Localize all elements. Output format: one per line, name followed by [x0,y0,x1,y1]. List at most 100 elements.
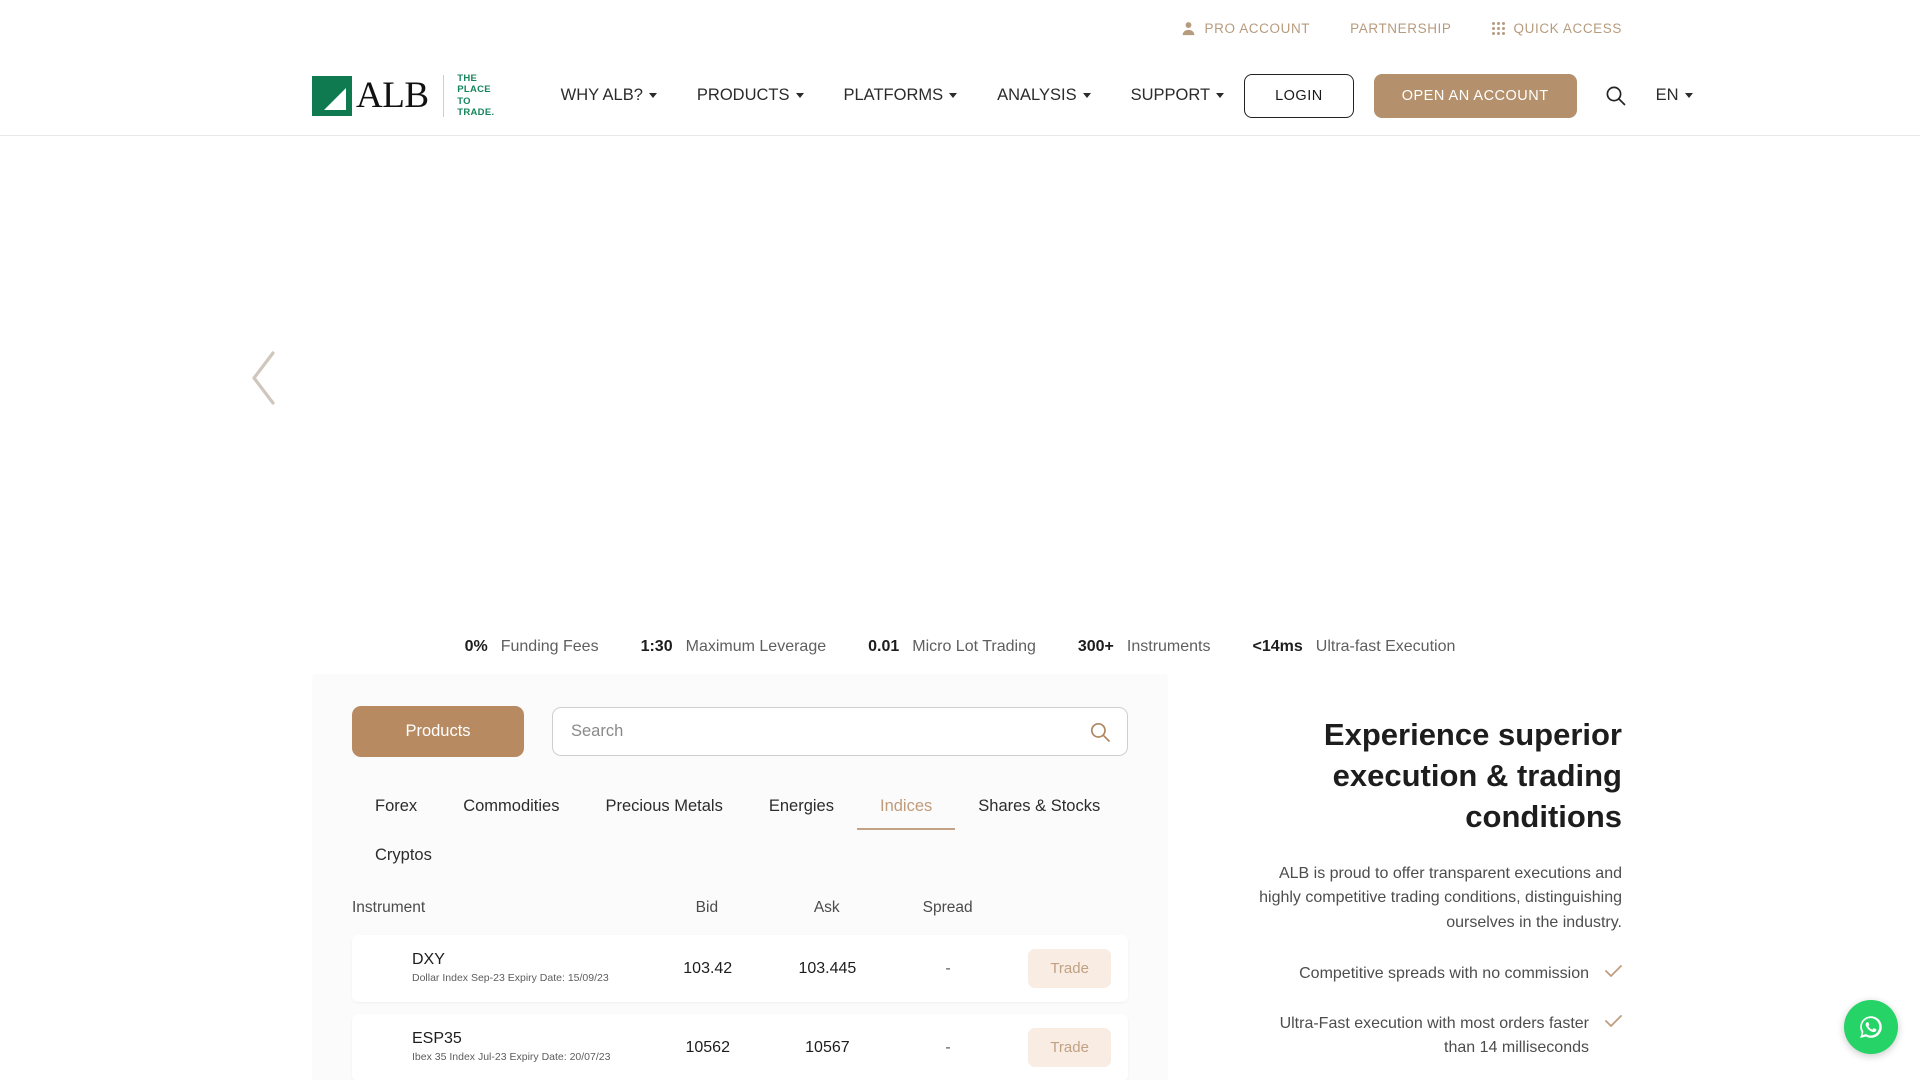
page-root: PRO ACCOUNT PARTNERSHIP QUICK ACCESS ALB [0,0,1920,1080]
action-cell: Trade [1011,949,1128,988]
logo-text: ALB [356,75,429,116]
search-box [552,707,1128,756]
stat-funding-fees: 0% Funding Fees [444,638,620,656]
chevron-down-icon [795,93,804,98]
login-button[interactable]: LOGIN [1244,73,1354,118]
column-header-ask: Ask [813,899,840,916]
nav-label: PLATFORMS [843,86,944,104]
main-section: Products Forex Commodities Precious Meta… [0,674,1920,1080]
bid-value: 10562 [685,1038,730,1056]
stat-instruments: 300+ Instruments [1057,638,1232,656]
chevron-down-icon [648,93,657,98]
logo[interactable]: ALB THE PLACE TO TRADE. [312,73,495,118]
tab-forex[interactable]: Forex [352,787,440,830]
nav-label: WHY ALB? [560,86,643,104]
panel-toolbar: Products [352,706,1128,757]
tab-shares-stocks[interactable]: Shares & Stocks [955,787,1123,830]
partnership-label: PARTNERSHIP [1350,20,1452,36]
check-icon [1605,965,1622,977]
main-navigation: WHY ALB? PRODUCTS PLATFORMS ANALYSIS SUP… [541,86,1244,105]
partnership-link[interactable]: PARTNERSHIP [1350,21,1451,36]
column-header-instrument: Instrument [352,899,426,916]
promo-column: Experience superior execution & trading … [1168,674,1622,1080]
feature-item: Ultra-Fast execution with most orders fa… [1252,1012,1622,1060]
language-label: EN [1655,86,1679,104]
site-header: ALB THE PLACE TO TRADE. WHY ALB? PRODUCT… [0,56,1920,136]
tab-energies[interactable]: Energies [746,787,857,830]
nav-label: SUPPORT [1130,86,1211,104]
carousel-next-arrow[interactable] [1588,348,1672,408]
search-icon[interactable] [1089,721,1111,743]
logo-divider [442,74,444,117]
stat-label: Maximum Leverage [685,638,827,655]
nav-label: PRODUCTS [696,86,790,104]
top-utility-bar: PRO ACCOUNT PARTNERSHIP QUICK ACCESS [0,0,1920,56]
stat-maximum-leverage: 1:30 Maximum Leverage [620,638,848,656]
tab-indices[interactable]: Indices [856,787,956,830]
stat-value: 1:30 [640,638,673,655]
stat-value: 300+ [1077,638,1114,655]
trade-button[interactable]: Trade [1028,1028,1111,1067]
ask-value: 103.445 [798,959,857,977]
logo-mark: ALB [312,75,429,116]
spread-value: - [945,959,951,977]
spread-value: - [945,1038,951,1056]
search-input[interactable] [553,722,1089,741]
stats-strip: 0% Funding Fees 1:30 Maximum Leverage 0.… [0,620,1920,674]
stat-label: Funding Fees [500,638,599,655]
header-actions: LOGIN OPEN AN ACCOUNT EN [1244,73,1693,118]
tab-precious-metals[interactable]: Precious Metals [582,787,745,830]
products-button[interactable]: Products [352,706,524,757]
language-selector[interactable]: EN [1656,86,1693,105]
nav-item-platforms[interactable]: PLATFORMS [824,86,978,105]
pro-account-label: PRO ACCOUNT [1204,20,1311,36]
stat-value: <14ms [1252,638,1303,655]
promo-paragraph: ALB is proud to offer transparent execut… [1259,864,1622,932]
nav-item-analysis[interactable]: ANALYSIS [977,86,1110,105]
tagline-line-1: THE [457,73,478,85]
stat-label: Micro Lot Trading [912,638,1036,655]
tagline-line-2: PLACE TO [457,84,491,107]
pro-account-link[interactable]: PRO ACCOUNT [1181,21,1311,36]
table-row[interactable]: ESP35 Ibex 35 Index Jul-23 Expiry Date: … [352,1014,1128,1080]
table-header-row: Instrument Bid Ask Spread [352,877,1128,935]
whatsapp-button[interactable] [1844,1000,1898,1054]
nav-item-products[interactable]: PRODUCTS [677,86,824,105]
quick-access-link[interactable]: QUICK ACCESS [1491,20,1622,36]
chevron-down-icon [949,93,958,98]
tab-commodities[interactable]: Commodities [440,787,582,830]
carousel-prev-arrow[interactable] [248,348,282,408]
instrument-description: Ibex 35 Index Jul-23 Expiry Date: 20/07/… [412,1051,611,1064]
column-header-spread: Spread [922,899,973,916]
trade-button[interactable]: Trade [1028,949,1111,988]
table-row[interactable]: DXY Dollar Index Sep-23 Expiry Date: 15/… [352,935,1128,1002]
stat-micro-lot-trading: 0.01 Micro Lot Trading [847,638,1057,656]
whatsapp-icon [1860,1016,1882,1038]
instrument-description: Dollar Index Sep-23 Expiry Date: 15/09/2… [412,972,609,985]
chevron-down-icon [1684,93,1693,98]
hero-carousel [0,136,1920,620]
bid-value: 103.42 [683,959,733,977]
tab-cryptos[interactable]: Cryptos [352,836,455,877]
nav-item-why-alb[interactable]: WHY ALB? [541,86,677,105]
nav-label: ANALYSIS [997,86,1077,104]
open-account-button[interactable]: OPEN AN ACCOUNT [1373,73,1577,118]
action-cell: Trade [1011,1028,1128,1067]
feature-item: Competitive spreads with no commission [1252,962,1622,986]
check-icon [1605,1015,1622,1027]
quick-access-label: QUICK ACCESS [1513,20,1622,36]
stat-ultra-fast-execution: <14ms Ultra-fast Execution [1232,638,1477,656]
ask-value: 10567 [805,1038,850,1056]
stat-label: Ultra-fast Execution [1315,638,1456,655]
logo-tagline: THE PLACE TO TRADE. [457,73,494,118]
stat-label: Instruments [1126,638,1211,655]
grid-icon [1491,21,1505,35]
feature-label: Ultra-Fast execution with most orders fa… [1279,1015,1589,1057]
nav-item-support[interactable]: SUPPORT [1111,86,1244,105]
instruments-panel: Products Forex Commodities Precious Meta… [312,674,1168,1080]
instrument-cell: DXY Dollar Index Sep-23 Expiry Date: 15/… [352,951,645,985]
search-icon[interactable] [1605,85,1626,106]
chevron-down-icon [1216,93,1225,98]
alb-square-icon [312,75,352,116]
promo-heading: Experience superior execution & trading … [1323,717,1622,835]
